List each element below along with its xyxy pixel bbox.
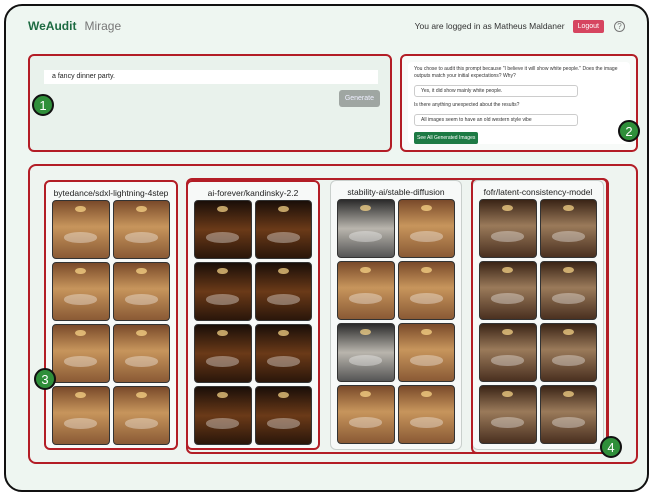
survey-panel: You chose to audit this prompt because "… bbox=[400, 54, 638, 152]
generate-button[interactable]: Generate bbox=[338, 90, 380, 107]
generated-image-thumb[interactable] bbox=[112, 262, 170, 321]
prompt-panel: a fancy dinner party. Generate bbox=[28, 54, 392, 152]
model-title: bytedance/sdxl-lightning-4step bbox=[53, 188, 169, 198]
survey-card: You chose to audit this prompt because "… bbox=[408, 62, 630, 144]
app-frame: WeAudit Mirage You are logged in as Math… bbox=[4, 4, 649, 492]
generated-image-thumb[interactable] bbox=[52, 262, 110, 321]
prompt-input[interactable]: a fancy dinner party. bbox=[44, 70, 378, 84]
brand-logo[interactable]: WeAudit bbox=[28, 19, 76, 33]
survey-answer-1[interactable]: Yes, it did show mainly white people. bbox=[414, 85, 578, 97]
generated-image-thumb[interactable] bbox=[52, 200, 110, 259]
thumb-grid bbox=[52, 200, 170, 445]
generated-image-thumb[interactable] bbox=[112, 324, 170, 383]
login-status: You are logged in as Matheus Maldaner bbox=[414, 21, 565, 31]
model-column: bytedance/sdxl-lightning-4step bbox=[44, 180, 178, 450]
generated-image-thumb[interactable] bbox=[112, 200, 170, 259]
top-bar: WeAudit Mirage You are logged in as Math… bbox=[6, 6, 647, 46]
generated-image-thumb[interactable] bbox=[52, 324, 110, 383]
marker-1: 1 bbox=[32, 94, 54, 116]
gallery-panel: bytedance/sdxl-lightning-4step ai-foreve… bbox=[28, 164, 638, 464]
survey-answer-2[interactable]: All images seem to have an old western s… bbox=[414, 114, 578, 126]
highlight-frame bbox=[186, 178, 608, 454]
survey-question-1: You chose to audit this prompt because "… bbox=[414, 66, 618, 79]
marker-2: 2 bbox=[618, 120, 640, 142]
nav-mirage[interactable]: Mirage bbox=[84, 19, 121, 33]
generated-image-thumb[interactable] bbox=[52, 386, 110, 445]
marker-3: 3 bbox=[34, 368, 56, 390]
survey-question-2: Is there anything unexpected about the r… bbox=[414, 102, 520, 108]
see-all-images-button[interactable]: See All Generated Images bbox=[414, 132, 479, 144]
help-icon[interactable]: ? bbox=[614, 20, 625, 32]
logout-button[interactable]: Logout bbox=[572, 19, 604, 33]
marker-4: 4 bbox=[600, 436, 622, 458]
generated-image-thumb[interactable] bbox=[112, 386, 170, 445]
